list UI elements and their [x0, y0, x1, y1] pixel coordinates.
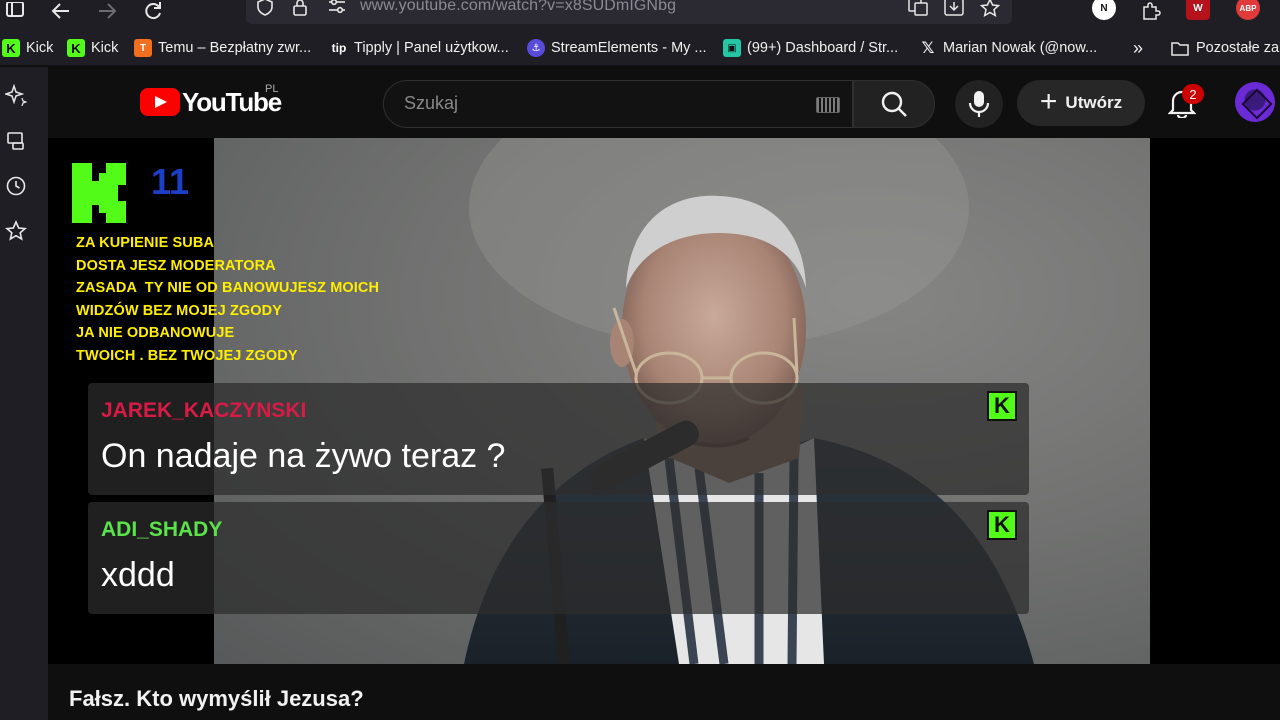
- bookmark-item[interactable]: ▣ (99+) Dashboard / Str...: [723, 38, 898, 58]
- reload-icon[interactable]: [138, 0, 168, 22]
- voice-search-button[interactable]: [955, 80, 1003, 128]
- bookmarks-star-icon[interactable]: [4, 219, 28, 243]
- youtube-logo[interactable]: YouTube: [140, 87, 282, 117]
- shield-icon[interactable]: [256, 0, 274, 19]
- temu-icon: T: [134, 39, 152, 57]
- tipply-icon: tip: [331, 41, 347, 55]
- browser-sidebar: [0, 67, 48, 720]
- search-box[interactable]: [383, 80, 853, 128]
- kick-icon: K: [987, 510, 1017, 540]
- extensions-puzzle-icon[interactable]: [1136, 0, 1166, 22]
- search-icon: [881, 91, 907, 117]
- shield-extension-icon[interactable]: W: [1186, 0, 1210, 20]
- folder-icon: [1170, 39, 1190, 57]
- synced-tabs-icon[interactable]: [4, 129, 28, 153]
- plus-icon: +: [1039, 84, 1058, 118]
- viewer-count: 11: [151, 161, 190, 202]
- lock-icon[interactable]: [292, 0, 308, 19]
- search-button[interactable]: [853, 80, 935, 128]
- search-input[interactable]: [404, 93, 804, 114]
- chat-text: xddd: [101, 556, 175, 594]
- chat-text: On nadaje na żywo teraz ?: [101, 437, 506, 475]
- kick-icon: K: [2, 39, 20, 57]
- streamelements-icon: ⚓: [527, 39, 545, 57]
- url-text[interactable]: www.youtube.com/watch?v=x8SUDmIGNbg: [360, 0, 676, 15]
- download-page-icon[interactable]: [944, 0, 964, 19]
- chat-message: JAREK_KACZYNSKI On nadaje na żywo teraz …: [88, 383, 1029, 495]
- sidebar-toggle-icon[interactable]: [0, 0, 30, 22]
- create-button[interactable]: + Utwórz: [1017, 80, 1145, 126]
- kick-icon: K: [987, 391, 1017, 421]
- kick-icon: K: [67, 39, 85, 57]
- history-clock-icon[interactable]: [4, 174, 28, 198]
- chat-username: ADI_SHADY: [101, 518, 223, 541]
- bookmark-item[interactable]: K Kick: [67, 38, 118, 58]
- chat-message: ADI_SHADY xddd K: [88, 502, 1029, 614]
- bookmarks-overflow-chevron-icon[interactable]: »: [1133, 38, 1143, 58]
- region-code: PL: [265, 83, 279, 95]
- bookmark-star-icon[interactable]: [979, 0, 1001, 21]
- youtube-play-icon: [140, 88, 180, 116]
- sparkle-icon[interactable]: [4, 83, 28, 107]
- extension-n-icon[interactable]: N: [1092, 0, 1116, 20]
- address-bar[interactable]: www.youtube.com/watch?v=x8SUDmIGNbg: [246, 0, 1012, 24]
- bookmark-item[interactable]: 𝕏 Marian Nowak (@now...: [919, 38, 1098, 58]
- bookmark-item[interactable]: ⚓ StreamElements - My ...: [527, 38, 707, 58]
- video-title: Fałsz. Kto wymyślił Jezusa?: [69, 686, 364, 711]
- dashboard-icon: ▣: [723, 39, 741, 57]
- notification-count-badge: 2: [1182, 84, 1204, 104]
- translate-icon[interactable]: [908, 0, 928, 19]
- site-permissions-icon[interactable]: [328, 0, 346, 17]
- forward-icon[interactable]: [92, 0, 122, 22]
- video-player[interactable]: 11 ZA KUPIENIE SUBA DOSTA JESZ MODERATOR…: [48, 138, 1280, 664]
- bookmark-item[interactable]: K Kick: [2, 38, 53, 58]
- youtube-page: YouTube PL + Utwórz 2: [48, 67, 1280, 720]
- chat-username: JAREK_KACZYNSKI: [101, 399, 307, 422]
- adblock-plus-icon[interactable]: ABP: [1236, 0, 1260, 20]
- bookmark-item[interactable]: T Temu – Bezpłatny zwr...: [134, 38, 311, 58]
- keyboard-icon[interactable]: [816, 97, 840, 113]
- bookmarks-bar: K Kick K Kick T Temu – Bezpłatny zwr... tip…: [0, 30, 1280, 66]
- microphone-icon: [968, 91, 990, 117]
- stream-notice-text: ZA KUPIENIE SUBA DOSTA JESZ MODERATORA Z…: [76, 235, 380, 364]
- x-icon: 𝕏: [921, 40, 935, 57]
- back-icon[interactable]: [46, 0, 76, 22]
- kick-logo-icon: [72, 163, 126, 223]
- browser-toolbar: www.youtube.com/watch?v=x8SUDmIGNbg N W …: [0, 0, 1280, 30]
- bookmark-item[interactable]: tip Tipply | Panel użytkow...: [330, 38, 509, 58]
- other-bookmarks-folder[interactable]: Pozostałe zak: [1170, 38, 1280, 58]
- avatar[interactable]: [1235, 82, 1275, 122]
